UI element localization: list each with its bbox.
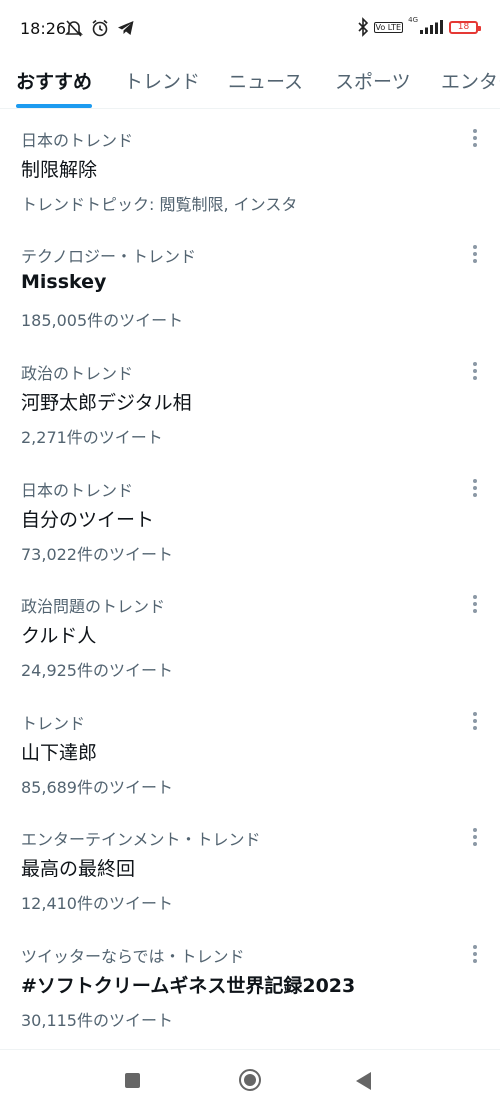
back-icon[interactable] — [356, 1072, 371, 1090]
more-options-icon[interactable] — [473, 712, 477, 730]
trend-title: 河野太郎デジタル相 — [21, 392, 192, 414]
battery-level: 18 — [457, 22, 470, 32]
status-bar: 18:26 Vo LTE 4G 18 — [0, 0, 500, 60]
more-options-icon[interactable] — [473, 828, 477, 846]
trend-category: 日本のトレンド — [21, 481, 134, 500]
trend-item[interactable]: エンターテインメント・トレンド 最高の最終回 12,410件のツイート — [0, 816, 500, 932]
telegram-icon — [118, 21, 134, 35]
trend-title: Misskey — [21, 271, 107, 293]
more-options-icon[interactable] — [473, 245, 477, 263]
bluetooth-icon — [357, 17, 368, 37]
system-nav-bar — [0, 1050, 500, 1111]
trend-title: #ソフトクリームギネス世界記録2023 — [21, 975, 356, 997]
more-options-icon[interactable] — [473, 945, 477, 963]
trend-title: クルド人 — [21, 625, 97, 647]
trend-subtitle: 12,410件のツイート — [21, 894, 173, 913]
trend-item[interactable]: 日本のトレンド 自分のツイート 73,022件のツイート — [0, 467, 500, 583]
trend-category: 政治問題のトレンド — [21, 597, 166, 616]
trend-category: テクノロジー・トレンド — [21, 247, 197, 266]
trend-subtitle: 185,005件のツイート — [21, 311, 184, 330]
status-right-icons: Vo LTE 4G 18 — [357, 16, 481, 37]
tab-sports[interactable]: スポーツ — [335, 67, 411, 94]
network-type: 4G — [408, 16, 418, 24]
trend-item[interactable]: 政治問題のトレンド クルド人 24,925件のツイート — [0, 583, 500, 699]
tab-recommended[interactable]: おすすめ — [16, 67, 92, 94]
trend-subtitle: 2,271件のツイート — [21, 428, 163, 447]
more-options-icon[interactable] — [473, 362, 477, 380]
trend-category: 政治のトレンド — [21, 364, 134, 383]
trend-subtitle: 30,115件のツイート — [21, 1011, 173, 1030]
trend-category: ツイッターならでは・トレンド — [21, 947, 245, 966]
tab-bar: おすすめ トレンド ニュース スポーツ エンター — [0, 60, 500, 109]
trend-item[interactable]: トレンド 山下達郎 85,689件のツイート — [0, 700, 500, 816]
trend-item[interactable]: 日本のトレンド 制限解除 トレンドトピック: 閲覧制限, インスタ — [0, 117, 500, 233]
trend-item[interactable]: 政治のトレンド 河野太郎デジタル相 2,271件のツイート — [0, 350, 500, 466]
more-options-icon[interactable] — [473, 129, 477, 147]
more-options-icon[interactable] — [473, 595, 477, 613]
active-tab-indicator — [16, 104, 92, 108]
tab-trending[interactable]: トレンド — [124, 67, 200, 94]
trend-subtitle: トレンドトピック: 閲覧制限, インスタ — [21, 195, 298, 214]
status-left-icons — [64, 18, 136, 38]
volte-icon: Vo LTE — [373, 21, 404, 33]
home-icon[interactable] — [239, 1069, 261, 1091]
signal-icon — [420, 20, 443, 34]
trend-category: エンターテインメント・トレンド — [21, 830, 261, 849]
trend-subtitle: 24,925件のツイート — [21, 661, 173, 680]
recents-icon[interactable] — [125, 1073, 140, 1088]
alarm-icon — [92, 19, 108, 37]
trend-item[interactable]: ツイッターならでは・トレンド #ソフトクリームギネス世界記録2023 30,11… — [0, 933, 500, 1049]
trend-title: 最高の最終回 — [21, 858, 136, 880]
trend-title: 山下達郎 — [21, 742, 98, 764]
trend-subtitle: 85,689件のツイート — [21, 778, 173, 797]
trend-title: 制限解除 — [21, 159, 98, 181]
tab-news[interactable]: ニュース — [228, 67, 303, 94]
trend-subtitle: 73,022件のツイート — [21, 545, 173, 564]
tab-entertainment[interactable]: エンター — [441, 67, 500, 94]
trend-category: 日本のトレンド — [21, 131, 134, 150]
status-time: 18:26 — [20, 19, 67, 38]
trend-category: トレンド — [21, 714, 86, 733]
trend-item[interactable]: テクノロジー・トレンド Misskey 185,005件のツイート — [0, 233, 500, 349]
battery-icon: 18 — [449, 20, 481, 34]
mute-notification-icon — [65, 20, 83, 37]
more-options-icon[interactable] — [473, 479, 477, 497]
trend-title: 自分のツイート — [21, 509, 155, 531]
